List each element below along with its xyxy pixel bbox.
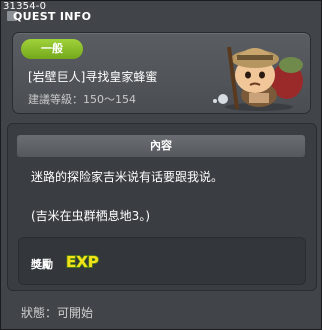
content-header: 內容 <box>17 135 305 157</box>
category-badge: 一般 <box>21 39 83 59</box>
quest-info-window: 31354-0 QUEST INFO 一般 [岩壁巨人]寻找皇家蜂蜜 建議等級：… <box>0 0 322 330</box>
quest-name: [岩壁巨人]寻找皇家蜂蜜 <box>28 70 158 84</box>
exp-reward-icon[interactable]: EXP <box>65 251 101 271</box>
reward-box <box>18 237 306 285</box>
content-location-hint: (吉米在虫群栖息地3。) <box>31 209 150 223</box>
npc-portrait-icon <box>213 46 303 111</box>
exp-text: EXP <box>66 253 99 271</box>
title-bar[interactable]: QUEST INFO <box>1 9 321 27</box>
reward-label: 獎勵 <box>31 258 53 271</box>
quest-level-range: 建議等級：150～154 <box>28 93 136 106</box>
content-description: 迷路的探险家吉米说有话要跟我说。 <box>31 170 224 184</box>
quest-status: 狀態：可開始 <box>21 306 94 320</box>
window-title: QUEST INFO <box>13 10 92 23</box>
